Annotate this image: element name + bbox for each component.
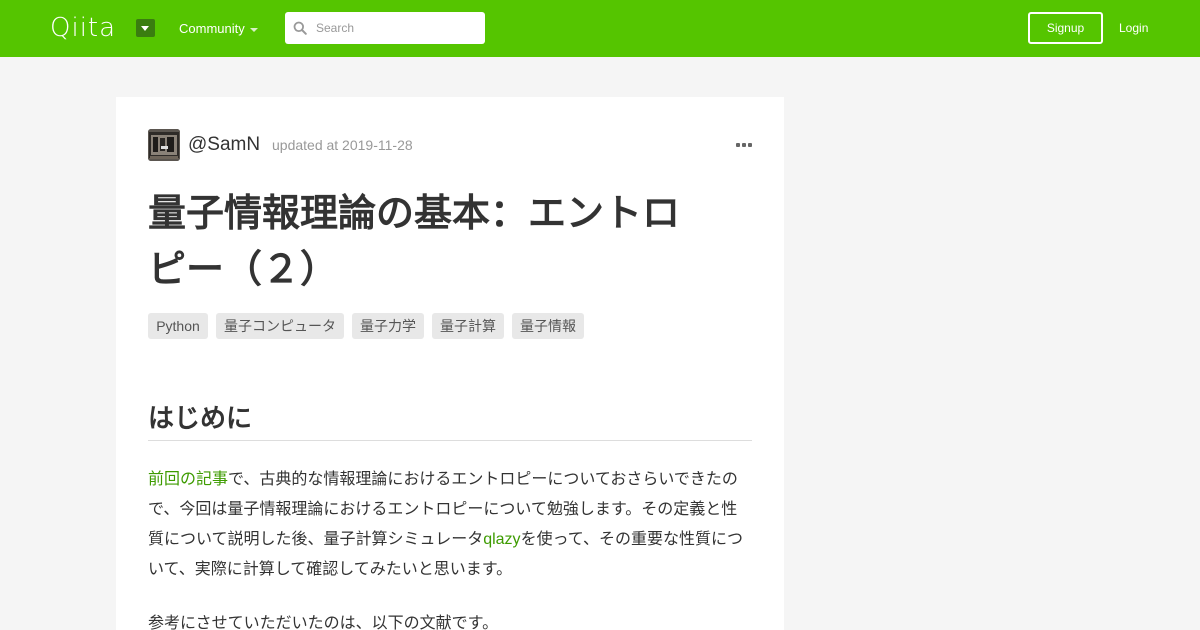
author-avatar[interactable]: [148, 129, 180, 161]
author-name[interactable]: @SamN: [188, 133, 260, 157]
article-title-line: 量子情報理論の基本：エントロ: [148, 193, 681, 235]
reference-paragraph: 参考にさせていただいたのは、以下の文献です。: [148, 615, 499, 630]
caret-down-icon: [141, 26, 149, 31]
search-icon: [293, 21, 307, 35]
tag-quantum-information[interactable]: 量子情報: [512, 313, 584, 339]
more-options-icon[interactable]: [736, 141, 752, 149]
section-heading: はじめに: [148, 399, 752, 441]
intro-paragraph: 前回の記事で、古典的な情報理論におけるエントロピーについておさらいできたので、今…: [148, 465, 752, 585]
tag-quantum-mechanics[interactable]: 量子力学: [352, 313, 424, 339]
article-title-line: ピー（２）: [148, 249, 339, 291]
chevron-down-icon: [250, 28, 258, 32]
qiita-logo[interactable]: Qiita: [50, 14, 116, 42]
signup-button[interactable]: Signup: [1028, 12, 1103, 44]
top-navbar: Qiita Community Signup Login: [0, 0, 1200, 57]
service-menu-dropdown[interactable]: [136, 19, 155, 37]
updated-date: updated at 2019-11-28: [272, 137, 413, 153]
tag-quantum-computer[interactable]: 量子コンピュータ: [216, 313, 344, 339]
qlazy-link[interactable]: qlazy: [483, 531, 520, 548]
community-menu[interactable]: Community: [179, 21, 258, 37]
avatar-image: [148, 129, 180, 161]
login-link[interactable]: Login: [1119, 20, 1148, 36]
search-box[interactable]: [285, 12, 485, 44]
search-input[interactable]: [316, 18, 476, 38]
article-title: 量子情報理論の基本：エントロ ピー（２）: [148, 186, 752, 298]
tag-quantum-computation[interactable]: 量子計算: [432, 313, 504, 339]
tag-python[interactable]: Python: [148, 313, 208, 339]
previous-article-link[interactable]: 前回の記事: [148, 471, 228, 488]
community-label: Community: [179, 21, 245, 36]
